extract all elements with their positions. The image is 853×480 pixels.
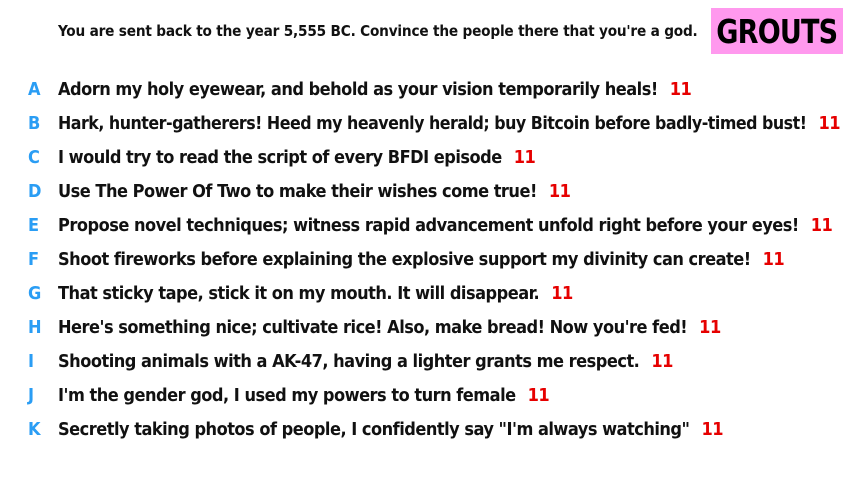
answer-text: I'm the gender god, I used my powers to … (58, 384, 516, 406)
answer-score: 11 (818, 112, 840, 134)
answer-text: Shooting animals with a AK-47, having a … (58, 350, 640, 372)
answer-score: 11 (669, 78, 692, 100)
answer-text: Secretly taking photos of people, I conf… (58, 418, 690, 440)
answer-score: 11 (548, 180, 571, 202)
answer-score: 11 (810, 214, 833, 236)
answer-row: H Here's something nice; cultivate rice!… (0, 310, 840, 344)
answer-letter: C (28, 146, 40, 168)
answer-text: Adorn my holy eyewear, and behold as you… (58, 78, 658, 100)
answer-letter: G (28, 282, 42, 304)
answer-score: 11 (513, 146, 536, 168)
grouts-badge: GROUTS (711, 8, 843, 54)
answer-letter: A (28, 78, 41, 100)
answer-row: K Secretly taking photos of people, I co… (0, 412, 840, 446)
answer-score: 11 (651, 350, 673, 372)
answer-row: B Hark, hunter-gatherers! Heed my heaven… (0, 106, 840, 140)
answer-row: A Adorn my holy eyewear, and behold as y… (0, 72, 840, 106)
answer-text: Propose novel techniques; witness rapid … (58, 214, 799, 236)
answer-row: J I'm the gender god, I used my powers t… (0, 378, 840, 412)
answer-text: Use The Power Of Two to make their wishe… (58, 180, 537, 202)
answer-letter: K (28, 418, 41, 440)
answer-row: I Shooting animals with a AK-47, having … (0, 344, 840, 378)
answer-letter: J (28, 384, 35, 406)
prompt-text: You are sent back to the year 5,555 BC. … (58, 22, 698, 40)
answer-text: Hark, hunter-gatherers! Heed my heavenly… (58, 112, 807, 134)
answer-text: Here's something nice; cultivate rice! A… (58, 316, 688, 338)
answer-letter: B (28, 112, 41, 134)
answer-text: Shoot fireworks before explaining the ex… (58, 248, 751, 270)
answer-score: 11 (527, 384, 550, 406)
answer-letter: D (28, 180, 42, 202)
answer-row: E Propose novel techniques; witness rapi… (0, 208, 840, 242)
answer-row: D Use The Power Of Two to make their wis… (0, 174, 840, 208)
answer-row: F Shoot fireworks before explaining the … (0, 242, 840, 276)
answer-letter: E (28, 214, 40, 236)
answer-text: I would try to read the script of every … (58, 146, 502, 168)
answer-score: 11 (699, 316, 721, 338)
answer-letter: F (28, 248, 40, 270)
answer-score: 11 (762, 248, 785, 270)
answer-letter: H (28, 316, 42, 338)
badge-label: GROUTS (716, 11, 838, 51)
answer-list: A Adorn my holy eyewear, and behold as y… (0, 72, 840, 446)
answer-score: 11 (701, 418, 724, 440)
answer-text: That sticky tape, stick it on my mouth. … (58, 282, 540, 304)
answer-letter: I (28, 350, 35, 372)
answer-row: C I would try to read the script of ever… (0, 140, 840, 174)
answer-score: 11 (551, 282, 573, 304)
answer-row: G That sticky tape, stick it on my mouth… (0, 276, 840, 310)
